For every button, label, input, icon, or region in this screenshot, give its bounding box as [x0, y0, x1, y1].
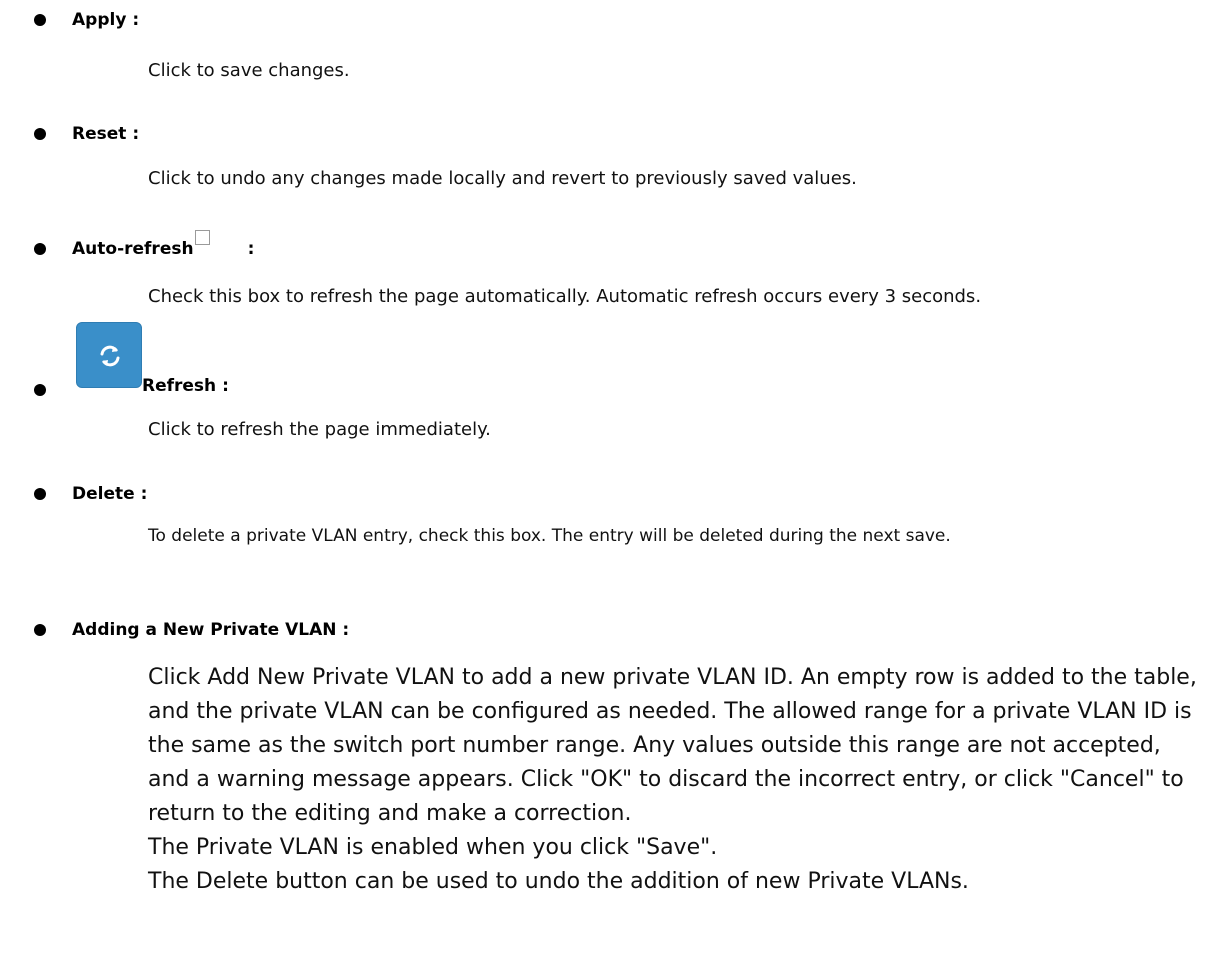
item-heading: Adding a New Private VLAN :: [72, 620, 350, 640]
refresh-button: [76, 322, 142, 388]
item-description: Click to refresh the page immediately.: [148, 419, 491, 440]
bullet: [34, 14, 46, 26]
description-paragraph: Click Add New Private VLAN to add a new …: [148, 665, 1197, 826]
bullet: [34, 243, 46, 255]
bullet: [34, 384, 46, 396]
item-description: Click Add New Private VLAN to add a new …: [148, 661, 1198, 899]
refresh-icon: [100, 345, 120, 367]
bullet: [34, 624, 46, 636]
item-heading: Apply :: [72, 10, 140, 30]
bullet: [34, 488, 46, 500]
help-page: Apply : Click to save changes. Reset : C…: [0, 0, 1223, 959]
item-description: Click to undo any changes made locally a…: [148, 168, 857, 189]
description-line: The Delete button can be used to undo th…: [148, 869, 969, 894]
item-heading-colon: :: [247, 239, 255, 259]
item-description: Click to save changes.: [148, 60, 350, 81]
item-heading: Reset :: [72, 124, 140, 144]
item-heading-row: Auto-refresh:: [72, 230, 255, 260]
item-description: Check this box to refresh the page autom…: [148, 286, 982, 307]
bullet: [34, 128, 46, 140]
item-description: To delete a private VLAN entry, check th…: [148, 526, 951, 546]
description-line: The Private VLAN is enabled when you cli…: [148, 835, 718, 860]
item-heading: Auto-refresh: [72, 239, 194, 259]
item-heading: Refresh :: [142, 376, 229, 396]
item-heading: Delete :: [72, 484, 148, 504]
checkbox-icon: [194, 230, 210, 245]
